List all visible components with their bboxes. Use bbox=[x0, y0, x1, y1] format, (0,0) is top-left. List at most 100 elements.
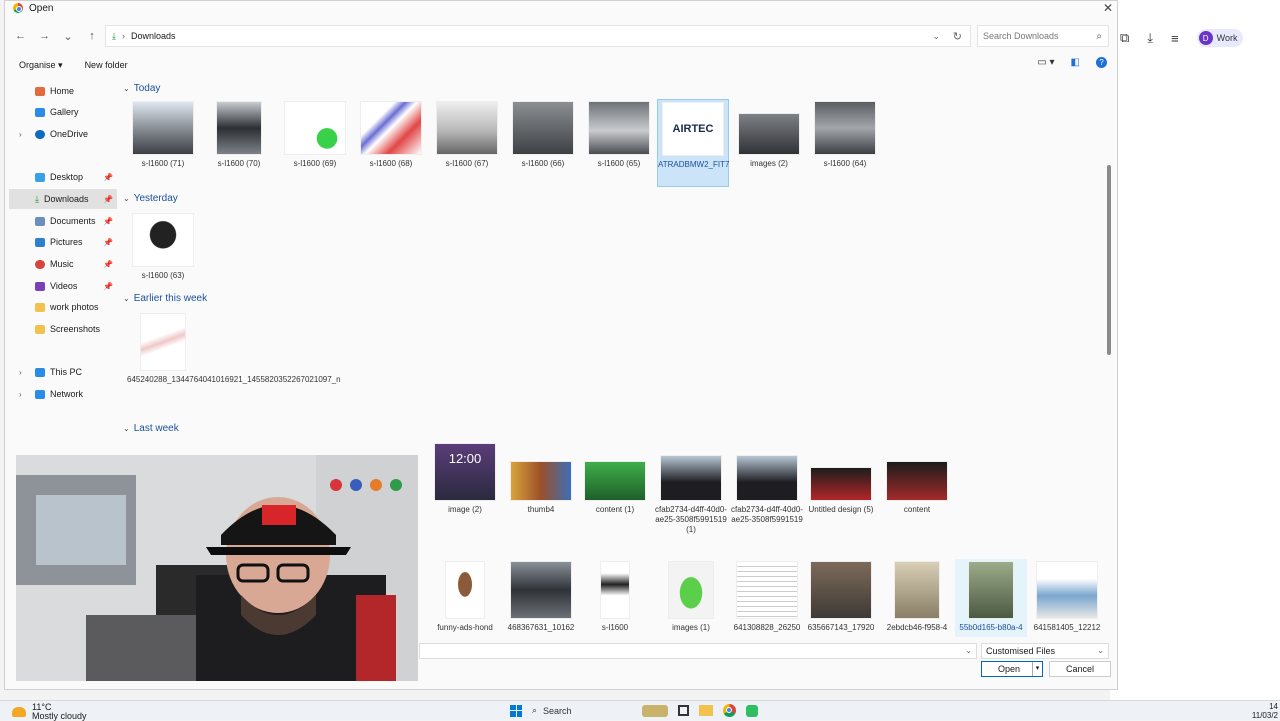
folder-icon bbox=[35, 302, 45, 312]
file-item[interactable]: s-l1600 (63) bbox=[127, 213, 199, 281]
close-icon[interactable]: ✕ bbox=[1103, 1, 1113, 15]
file-type-select[interactable]: Customised Files ⌄ bbox=[981, 643, 1109, 659]
open-button[interactable]: Open ▾ bbox=[981, 661, 1043, 677]
thumbnail bbox=[132, 101, 194, 155]
file-name-input[interactable]: ⌄ bbox=[419, 643, 977, 659]
chevron-right-icon[interactable]: › bbox=[19, 368, 22, 377]
thumbnail bbox=[738, 113, 800, 155]
sidebar-item-screenshots[interactable]: Screenshots bbox=[9, 319, 117, 339]
scrollbar-thumb[interactable] bbox=[1107, 165, 1111, 355]
file-item[interactable]: 12:00 image (2) bbox=[429, 443, 501, 515]
chevron-down-icon[interactable]: ⌄ bbox=[932, 31, 940, 42]
refresh-icon[interactable]: ↻ bbox=[953, 30, 962, 43]
file-explorer-icon[interactable] bbox=[699, 705, 713, 716]
thumbnail bbox=[736, 455, 798, 501]
sidebar-item-downloads[interactable]: ⤓ Downloads 📌 bbox=[9, 189, 117, 209]
file-item[interactable]: s-l1600 (69) bbox=[279, 101, 351, 169]
file-item[interactable]: cfab2734-d4ff-40d0-ae25-3508f5991519 bbox=[731, 443, 803, 525]
sidebar-item-home[interactable]: Home bbox=[9, 81, 117, 101]
file-item[interactable]: thumb4 bbox=[505, 443, 577, 515]
group-header-earlier-this-week[interactable]: ⌄ Earlier this week bbox=[123, 293, 207, 304]
file-item[interactable]: s-l1600 (66) bbox=[507, 101, 579, 169]
file-item[interactable]: images (1) bbox=[655, 561, 727, 633]
file-item[interactable]: s-l1600 (70) bbox=[203, 101, 275, 169]
taskbar-search[interactable]: ⌕ Search bbox=[532, 705, 632, 716]
sidebar-item-music[interactable]: Music 📌 bbox=[9, 254, 117, 274]
playlist-icon[interactable]: ≡ bbox=[1171, 31, 1179, 46]
file-item[interactable]: s-l1600 (71) bbox=[127, 101, 199, 169]
thumbnail bbox=[660, 455, 722, 501]
file-item[interactable]: 468367631_10162 bbox=[505, 561, 577, 633]
thumbnail bbox=[814, 101, 876, 155]
help-icon[interactable]: ? bbox=[1096, 57, 1107, 68]
file-item[interactable]: s-l1600 (67) bbox=[431, 101, 503, 169]
file-item[interactable]: 641581405_12212 bbox=[1031, 561, 1103, 633]
sidebar-item-desktop[interactable]: Desktop 📌 bbox=[9, 167, 117, 187]
file-item[interactable]: content (1) bbox=[579, 443, 651, 515]
task-view-icon[interactable] bbox=[678, 705, 689, 716]
file-item[interactable]: s-l1600 bbox=[579, 561, 651, 633]
sidebar-item-gallery[interactable]: Gallery bbox=[9, 102, 117, 122]
network-icon bbox=[35, 389, 45, 399]
address-bar[interactable]: ⤓ › Downloads ⌄ ↻ bbox=[105, 25, 971, 47]
file-item[interactable]: funny-ads-hond bbox=[429, 561, 501, 633]
file-item[interactable]: s-l1600 (68) bbox=[355, 101, 427, 169]
view-icon[interactable]: ▭ ▾ bbox=[1037, 57, 1054, 68]
sidebar-item-network[interactable]: › Network bbox=[9, 384, 117, 404]
organise-button[interactable]: Organise ▾ bbox=[19, 60, 63, 71]
chevron-down-icon[interactable]: ⌄ bbox=[965, 646, 972, 655]
up-arrow-icon[interactable]: ↑ bbox=[87, 30, 97, 42]
file-item[interactable]: 2ebdcb46-f958-4 bbox=[881, 561, 953, 633]
file-item[interactable]: 635667143_17920 bbox=[805, 561, 877, 633]
sidebar-item-pictures[interactable]: Pictures 📌 bbox=[9, 232, 117, 252]
file-item[interactable]: s-l1600 (64) bbox=[809, 101, 881, 169]
folder-icon bbox=[35, 324, 45, 334]
sidebar-item-onedrive[interactable]: › OneDrive bbox=[9, 124, 117, 144]
file-item[interactable]: 645240288_1344764041016921_1455820352267… bbox=[127, 313, 341, 385]
pin-icon: 📌 bbox=[103, 281, 113, 291]
file-item-selected[interactable]: AIRTEC ATRADBMW2_FIT7 bbox=[657, 99, 729, 187]
thumbnail bbox=[510, 461, 572, 501]
extensions-icon[interactable]: ⧉ bbox=[1120, 30, 1129, 46]
file-item[interactable]: content bbox=[881, 443, 953, 515]
sidebar-item-this-pc[interactable]: › This PC bbox=[9, 362, 117, 382]
group-header-yesterday[interactable]: ⌄ Yesterday bbox=[123, 193, 178, 204]
file-item[interactable]: images (2) bbox=[733, 101, 805, 169]
file-item[interactable]: s-l1600 (65) bbox=[583, 101, 655, 169]
search-input[interactable]: Search Downloads ⌕ bbox=[977, 25, 1109, 47]
profile-button[interactable]: D Work bbox=[1196, 29, 1244, 47]
forward-arrow-icon[interactable]: → bbox=[39, 30, 50, 42]
group-header-today[interactable]: ⌄ Today bbox=[123, 83, 160, 94]
weather-widget[interactable]: 11°C Mostly cloudy bbox=[12, 703, 87, 721]
dialog-titlebar: Open ✕ bbox=[5, 1, 1117, 15]
cancel-button[interactable]: Cancel bbox=[1049, 661, 1111, 677]
thumbnail bbox=[886, 461, 948, 501]
navigation-pane: Home Gallery › OneDrive Desktop 📌 ⤓ Down… bbox=[9, 79, 117, 409]
computer-icon bbox=[35, 367, 45, 377]
avatar: D bbox=[1198, 31, 1213, 45]
clock[interactable]: 14 11/03/2 bbox=[1252, 702, 1278, 720]
document-icon bbox=[35, 216, 45, 226]
download-icon[interactable]: ⤓ bbox=[1147, 30, 1153, 46]
browser-toolbar: ⧉ ⤓ ≡ D Work bbox=[1110, 24, 1280, 52]
file-item-hovered[interactable]: 55b0d165-b80a-4 bbox=[955, 559, 1027, 637]
file-item[interactable]: cfab2734-d4ff-40d0-ae25-3508f5991519 (1) bbox=[655, 443, 727, 535]
app-icon[interactable] bbox=[746, 704, 758, 717]
chevron-down-icon[interactable]: ▾ bbox=[1032, 662, 1042, 676]
file-item[interactable]: Untitled design (5) bbox=[805, 443, 877, 515]
back-arrow-icon[interactable]: ← bbox=[15, 30, 26, 42]
sidebar-item-work-photos[interactable]: work photos bbox=[9, 297, 117, 317]
windows-start-icon[interactable] bbox=[510, 704, 522, 717]
group-header-last-week[interactable]: ⌄ Last week bbox=[123, 423, 179, 434]
recent-chevron-icon[interactable]: ⌄ bbox=[63, 30, 73, 43]
chevron-right-icon[interactable]: › bbox=[19, 130, 22, 139]
sidebar-item-documents[interactable]: Documents 📌 bbox=[9, 211, 117, 231]
new-folder-button[interactable]: New folder bbox=[85, 60, 128, 70]
chrome-icon[interactable] bbox=[723, 704, 736, 717]
chevron-down-icon: ⌄ bbox=[1097, 646, 1104, 655]
chevron-right-icon[interactable]: › bbox=[19, 390, 22, 399]
preview-pane-icon[interactable]: ◧ bbox=[1071, 57, 1080, 68]
sidebar-item-videos[interactable]: Videos 📌 bbox=[9, 276, 117, 296]
widgets-icon[interactable] bbox=[642, 704, 668, 717]
file-item[interactable]: 641308828_26250 bbox=[731, 561, 803, 633]
